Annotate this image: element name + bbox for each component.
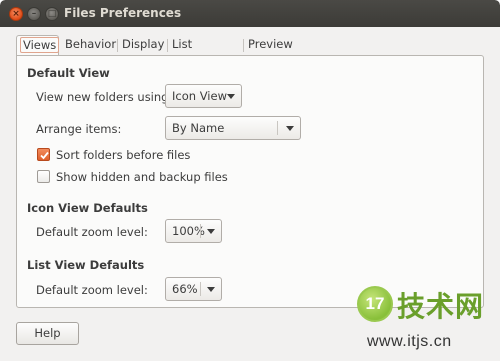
close-icon: × xyxy=(12,9,20,19)
sort-folders-checkbox[interactable] xyxy=(37,148,50,161)
minimize-icon: – xyxy=(31,9,37,19)
checkmark-icon xyxy=(40,151,49,160)
view-new-folders-select[interactable]: Icon View xyxy=(165,84,242,108)
watermark-brand: 技术网 xyxy=(397,290,485,323)
icon-view-zoom-select[interactable]: 100% xyxy=(165,219,222,243)
chevron-down-icon xyxy=(207,287,215,292)
tab-separator xyxy=(117,39,118,52)
chevron-down-icon xyxy=(227,94,235,99)
list-view-zoom-label: Default zoom level: xyxy=(36,283,148,297)
view-new-folders-label: View new folders using: xyxy=(36,90,173,104)
icon-view-defaults-heading: Icon View Defaults xyxy=(27,201,148,215)
tab-views[interactable]: Views xyxy=(16,35,60,56)
tab-list-columns[interactable]: List Columns xyxy=(169,35,225,70)
close-window-button[interactable]: × xyxy=(9,7,23,21)
list-view-zoom-select[interactable]: 66% xyxy=(165,277,222,301)
tab-display[interactable]: Display xyxy=(119,35,167,55)
show-hidden-checkbox[interactable] xyxy=(37,170,50,183)
list-view-defaults-heading: List View Defaults xyxy=(27,258,145,272)
tab-separator xyxy=(243,39,244,52)
maximize-window-button[interactable]: □ xyxy=(45,7,59,21)
tab-preview[interactable]: Preview xyxy=(245,35,296,55)
views-panel: Default View View new folders using: Ico… xyxy=(16,55,484,308)
sort-folders-label[interactable]: Sort folders before files xyxy=(56,148,190,162)
title-bar[interactable]: × – □ Files Preferences xyxy=(0,0,500,27)
combo-divider xyxy=(277,121,278,135)
chevron-down-icon xyxy=(207,229,215,234)
help-button[interactable]: Help xyxy=(16,322,79,345)
icon-view-zoom-label: Default zoom level: xyxy=(36,225,148,239)
tab-separator xyxy=(167,39,168,52)
watermark-logo: 17 xyxy=(357,286,393,322)
preferences-window: × – □ Files Preferences Views Behavior D… xyxy=(0,0,500,361)
default-view-heading: Default View xyxy=(27,66,110,80)
tab-behavior[interactable]: Behavior xyxy=(62,35,119,55)
minimize-window-button[interactable]: – xyxy=(27,7,41,21)
combo-divider xyxy=(200,282,201,296)
watermark-url: www.itjs.cn xyxy=(367,333,452,350)
arrange-items-label: Arrange items: xyxy=(36,122,122,136)
arrange-items-select[interactable]: By Name xyxy=(165,116,301,140)
chevron-down-icon xyxy=(286,126,294,131)
maximize-icon: □ xyxy=(47,9,57,19)
window-title: Files Preferences xyxy=(64,6,182,20)
show-hidden-label[interactable]: Show hidden and backup files xyxy=(56,170,228,184)
combo-divider xyxy=(200,224,201,238)
watermark: 17 技术网 www.itjs.cn xyxy=(357,283,500,361)
